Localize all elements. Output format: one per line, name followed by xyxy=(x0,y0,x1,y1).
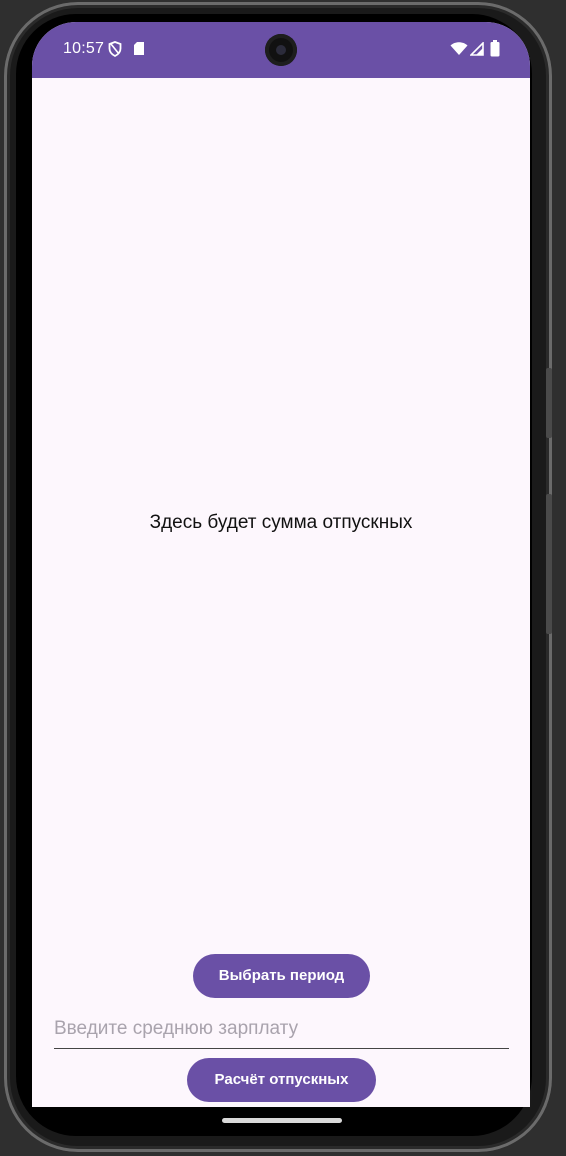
power-button xyxy=(546,494,552,634)
battery-icon xyxy=(490,40,500,62)
vacation-pay-result: Здесь будет сумма отпускных xyxy=(149,512,413,533)
average-salary-input[interactable] xyxy=(54,1014,509,1049)
status-time: 10:57 xyxy=(63,40,105,57)
volume-button xyxy=(546,368,552,438)
front-camera xyxy=(265,34,297,66)
select-period-button[interactable]: Выбрать период xyxy=(193,954,370,998)
status-bar: 10:57 xyxy=(32,22,530,78)
signal-icon xyxy=(469,41,484,61)
sd-card-icon xyxy=(133,41,145,61)
app-screen: 10:57 Здесь будет сумма отпускных Выбрат… xyxy=(32,22,530,1107)
home-indicator[interactable] xyxy=(222,1118,342,1123)
shield-icon xyxy=(108,41,122,62)
calculate-vacation-pay-button[interactable]: Расчёт отпускных xyxy=(187,1058,376,1102)
wifi-icon xyxy=(450,42,468,61)
